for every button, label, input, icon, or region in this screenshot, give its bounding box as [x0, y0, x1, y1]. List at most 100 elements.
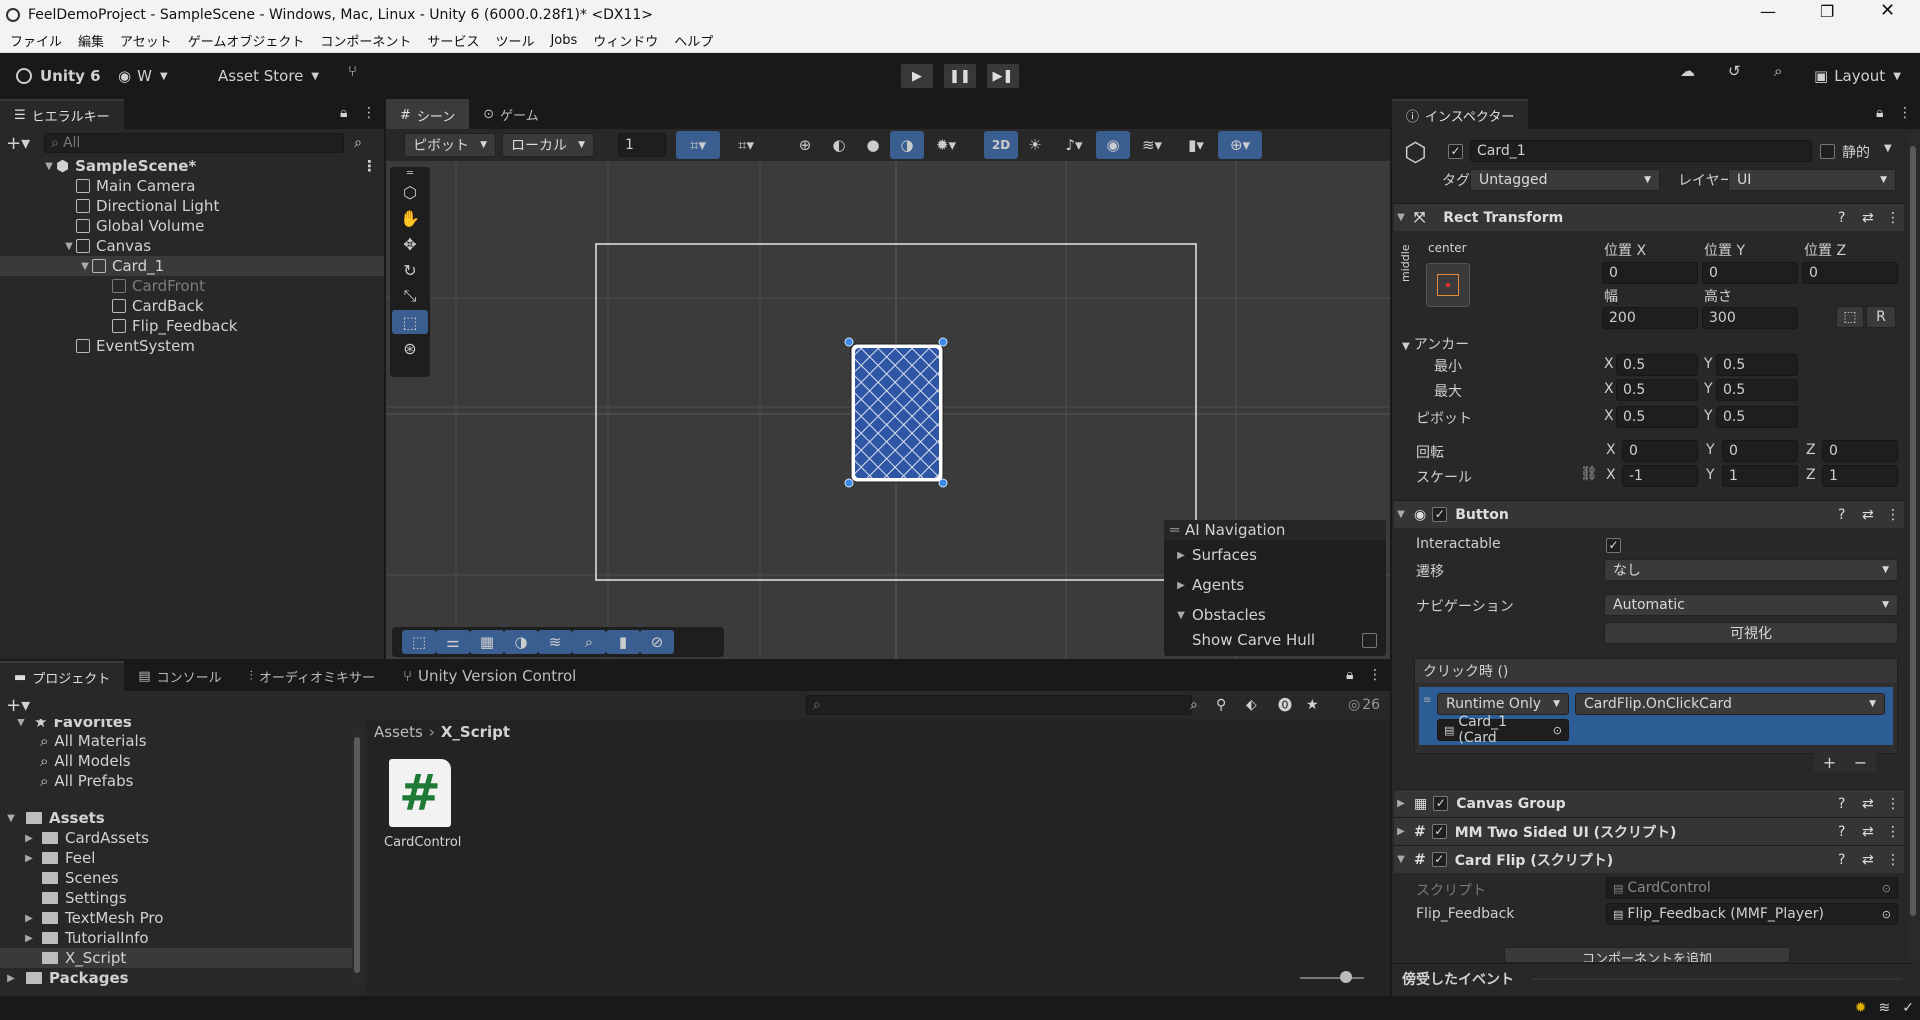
object-picker-icon[interactable]: ⊙ [1882, 908, 1891, 921]
blueprint-mode-button[interactable]: ⬚ [1836, 306, 1864, 328]
compass-overlay-icon[interactable]: ⊘ [640, 630, 674, 654]
onclick-entry[interactable]: ≡ Runtime Only ▼ CardFlip.OnClickCard ▼ ▤ … [1419, 687, 1893, 746]
hierarchy-search-input[interactable]: ⌕ All [44, 133, 345, 153]
mm-two-sided-checkbox[interactable]: ✓ [1431, 824, 1447, 839]
hierarchy-item-global-volume[interactable]: Global Volume [0, 216, 384, 236]
search-icon[interactable]: ⌕ [1766, 62, 1790, 90]
anchor-preset-button[interactable] [1426, 263, 1470, 307]
packages-folder[interactable]: ▶ Packages [0, 968, 352, 988]
help-icon[interactable]: ? [1838, 507, 1845, 523]
visibility-toggle-icon[interactable]: ◉ [1096, 131, 1130, 159]
grid-snap-button[interactable]: ⌗▾ [676, 131, 720, 159]
transform-tool-icon[interactable]: ⊛ [392, 336, 428, 360]
project-search-input[interactable]: ⌕ [806, 695, 1192, 715]
button-component-header[interactable]: ▼ ◉ ✓ Button ? ⇄ ⋮ [1394, 500, 1904, 528]
tab-version-control[interactable]: ⑂ Unity Version Control [389, 661, 590, 691]
folder-item[interactable]: ▶ Feel [0, 848, 352, 868]
pos-y-field[interactable]: 0 [1702, 262, 1798, 284]
scale-x-field[interactable]: -1 [1622, 465, 1698, 487]
folder-item[interactable]: Settings [0, 888, 352, 908]
assets-folder[interactable]: ▼ Assets [0, 808, 352, 828]
width-field[interactable]: 200 [1602, 307, 1698, 329]
mm-two-sided-ui-header[interactable]: ▶ # ✓ MM Two Sided UI (スクリプト) ? ⇄ ⋮ [1394, 817, 1904, 845]
pause-button[interactable]: ❚❚ [943, 63, 977, 89]
hierarchy-item-cardfront[interactable]: CardFront [0, 276, 384, 296]
button-enabled-checkbox[interactable]: ✓ [1432, 507, 1448, 522]
shading-shaded-wire-icon[interactable]: ◐ [822, 131, 856, 159]
pivot-dropdown[interactable]: ピボット ▼ [404, 133, 496, 157]
preset-icon[interactable]: ⇄ [1862, 852, 1874, 868]
show-carve-hull-checkbox[interactable] [1362, 632, 1377, 648]
tab-hierarchy[interactable]: ☰ ヒエラルキー [0, 99, 124, 129]
breadcrumb-x-script[interactable]: X_Script [441, 723, 510, 741]
card-flip-header[interactable]: ▼ # ✓ Card Flip (スクリプト) ? ⇄ ⋮ [1394, 845, 1904, 873]
anchor-max-y-field[interactable]: 0.5 [1716, 379, 1798, 401]
hierarchy-item-cardback[interactable]: CardBack [0, 296, 384, 316]
add-event-button[interactable]: + [1823, 753, 1836, 772]
drag-handle-icon[interactable]: ≡ [1423, 695, 1431, 706]
more-icon[interactable]: ⋮ [1886, 852, 1900, 868]
interactable-checkbox[interactable]: ✓ [1606, 538, 1621, 553]
shading-wireframe-icon[interactable]: ⊕ [788, 131, 822, 159]
object-picker-icon[interactable]: ⊙ [1553, 724, 1562, 737]
warning-filter-icon[interactable]: ⓿ [1278, 695, 1292, 715]
preset-icon[interactable]: ⇄ [1862, 796, 1874, 812]
more-icon[interactable]: ⋮ [1886, 824, 1900, 840]
help-icon[interactable]: ? [1838, 852, 1845, 868]
play-button[interactable]: ▶ [900, 63, 934, 89]
grid-overlay-icon[interactable]: ▦ [470, 630, 504, 654]
hierarchy-item-card-1[interactable]: ▼ Card_1 [0, 256, 384, 276]
rotation-y-field[interactable]: 0 [1722, 440, 1798, 462]
hidden-count[interactable]: ◎ 26 [1348, 697, 1380, 713]
progress-icon[interactable]: ≋ [1879, 1000, 1891, 1016]
expand-arrow-icon[interactable]: ▼ [78, 261, 92, 272]
pos-z-field[interactable]: 0 [1802, 262, 1898, 284]
favorites-header[interactable]: ▼ ★ Favorites [0, 719, 352, 731]
hand-tool-icon[interactable]: ✋ [392, 206, 428, 230]
debug-mode-icon[interactable]: ✹▾ [924, 131, 968, 159]
runtime-dropdown[interactable]: Runtime Only ▼ [1437, 693, 1569, 715]
more-icon[interactable]: ⋮ [1368, 667, 1382, 683]
version-control-icon[interactable]: ⑂ [340, 62, 365, 90]
check-icon[interactable]: ✓ [1902, 1000, 1914, 1016]
tab-inspector[interactable]: ⓘ インスペクター [1392, 99, 1529, 129]
inspector-scrollbar[interactable] [1908, 130, 1918, 963]
sliders-overlay-icon[interactable]: ⚌ [436, 630, 470, 654]
maximize-button[interactable]: ❐ [1820, 2, 1834, 21]
rect-overlay-icon[interactable]: ⬚ [402, 630, 436, 654]
shading-unlit-icon[interactable]: ◑ [890, 131, 924, 159]
card-flip-checkbox[interactable]: ✓ [1431, 852, 1447, 867]
chevron-down-icon[interactable]: ▼ [1884, 143, 1892, 154]
icon-size-slider[interactable] [1300, 971, 1364, 983]
rect-transform-header[interactable]: ▼ ⤧ Rect Transform ? ⇄ ⋮ [1394, 203, 1904, 231]
history-icon[interactable]: ↺ [1720, 62, 1749, 90]
overlay-item-obstacles[interactable]: ▼ Obstacles [1164, 600, 1386, 630]
more-icon[interactable]: ⋮ [1886, 796, 1900, 812]
tab-game[interactable]: ⊙ ゲーム [469, 99, 553, 129]
layers-icon[interactable]: ≋▾ [1130, 131, 1174, 159]
rotation-z-field[interactable]: 0 [1822, 440, 1898, 462]
menu-component[interactable]: コンポーネント [312, 31, 419, 50]
search-overlay-icon[interactable]: ⌕ [572, 630, 606, 654]
folder-item[interactable]: Scenes [0, 868, 352, 888]
menu-assets[interactable]: アセット [112, 31, 180, 50]
move-tool-icon[interactable]: ✥ [392, 232, 428, 256]
search-filter-icon[interactable]: ⌕ [354, 135, 362, 151]
help-icon[interactable]: ? [1838, 824, 1845, 840]
more-icon[interactable]: ⋮ [1898, 105, 1912, 121]
2d-toggle-button[interactable]: 2D [984, 131, 1018, 159]
more-icon[interactable]: ⋮ [362, 157, 377, 175]
more-icon[interactable]: ⋮ [1886, 210, 1900, 226]
canvas-group-checkbox[interactable]: ✓ [1433, 796, 1449, 811]
camera-icon[interactable]: ▮▾ [1174, 131, 1218, 159]
function-dropdown[interactable]: CardFlip.OnClickCard ▼ [1575, 693, 1885, 715]
lighting-toggle-icon[interactable]: ☀ [1018, 131, 1052, 159]
shading-shaded-icon[interactable]: ● [856, 131, 890, 159]
menu-tools[interactable]: ツール [487, 31, 542, 50]
layout-dropdown[interactable]: ▣ Layout ▼ [1806, 62, 1909, 90]
tab-scene[interactable]: # シーン [386, 99, 470, 129]
layer-dropdown[interactable]: UI ▼ [1728, 169, 1896, 191]
expand-arrow-icon[interactable]: ▼ [62, 241, 76, 252]
more-icon[interactable]: ⋮ [362, 105, 376, 121]
gizmos-icon[interactable]: ⊕▾ [1218, 131, 1262, 159]
